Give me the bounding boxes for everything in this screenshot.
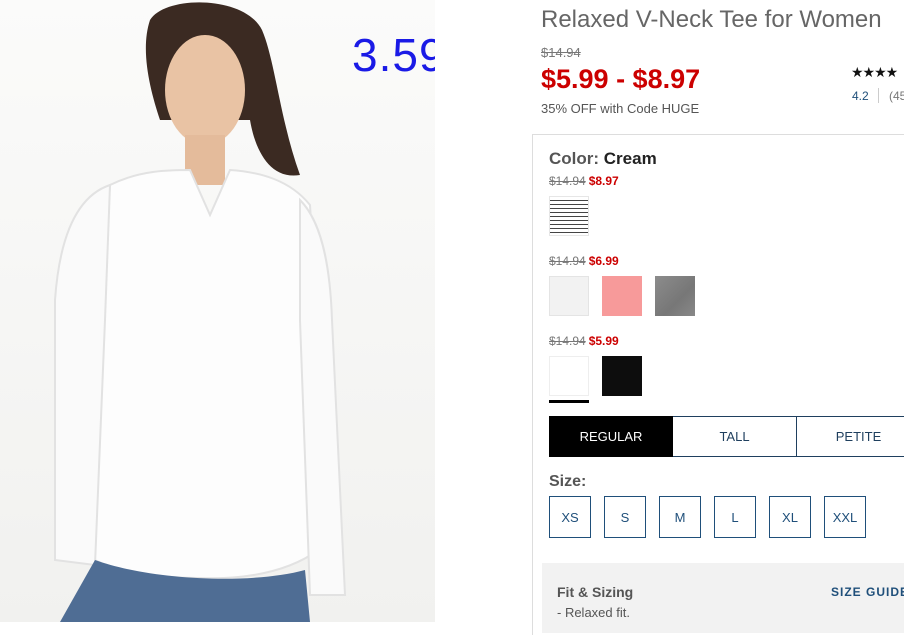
tab-petite[interactable]: PETITE [797,416,904,457]
size-label: Size: [549,473,587,490]
fit-tabs: REGULAR TALL PETITE [549,416,904,457]
rating-value[interactable]: 4.2 [852,89,869,103]
tab-regular[interactable]: REGULAR [549,416,673,457]
size-button-m[interactable]: M [659,496,701,538]
swatch-stripe[interactable] [549,196,589,236]
was-price: $14.94 [549,174,586,188]
color-value: Cream [603,149,657,168]
now-price: $8.97 [588,174,619,188]
product-photo[interactable]: 3.59$ [0,0,435,622]
tab-tall[interactable]: TALL [673,416,797,457]
swatch-white[interactable] [549,276,589,316]
now-price: $6.99 [588,254,619,268]
fit-sizing-bullet: - Relaxed fit. [557,605,630,620]
promo-text: 35% OFF with Code HUGE [541,101,700,116]
now-price: $5.99 [588,334,619,348]
model-illustration [54,2,347,622]
color-selection-label: Color: Cream [549,149,657,169]
swatch-pink[interactable] [602,276,642,316]
size-options: XS S M L XL XXL [549,496,866,538]
original-price: $14.94 [541,45,581,60]
price-group-1: $14.94 $8.97 [549,174,619,188]
swatch-black[interactable] [602,356,642,396]
selected-swatch-indicator [549,400,589,403]
size-button-s[interactable]: S [604,496,646,538]
rating-divider [878,88,879,103]
size-button-xl[interactable]: XL [769,496,811,538]
size-guide-link[interactable]: SIZE GUIDE [831,585,904,599]
color-label: Color: [549,149,600,168]
sale-price-range: $5.99 - $8.97 [541,64,701,94]
size-button-xxl[interactable]: XXL [824,496,866,538]
price-group-2: $14.94 $6.99 [549,254,619,268]
size-button-l[interactable]: L [714,496,756,538]
product-title: Relaxed V-Neck Tee for Women [541,6,882,33]
star-rating-icon[interactable]: ★★★★ [851,64,898,81]
was-price: $14.94 [549,254,586,268]
fit-sizing-title: Fit & Sizing [557,584,634,600]
swatch-cream[interactable] [549,356,589,396]
was-price: $14.94 [549,334,586,348]
overlay-price-text: 3.59$ [352,29,435,81]
review-count[interactable]: (45 [889,89,904,103]
price-group-3: $14.94 $5.99 [549,334,619,348]
swatch-gray[interactable] [655,276,695,316]
size-button-xs[interactable]: XS [549,496,591,538]
